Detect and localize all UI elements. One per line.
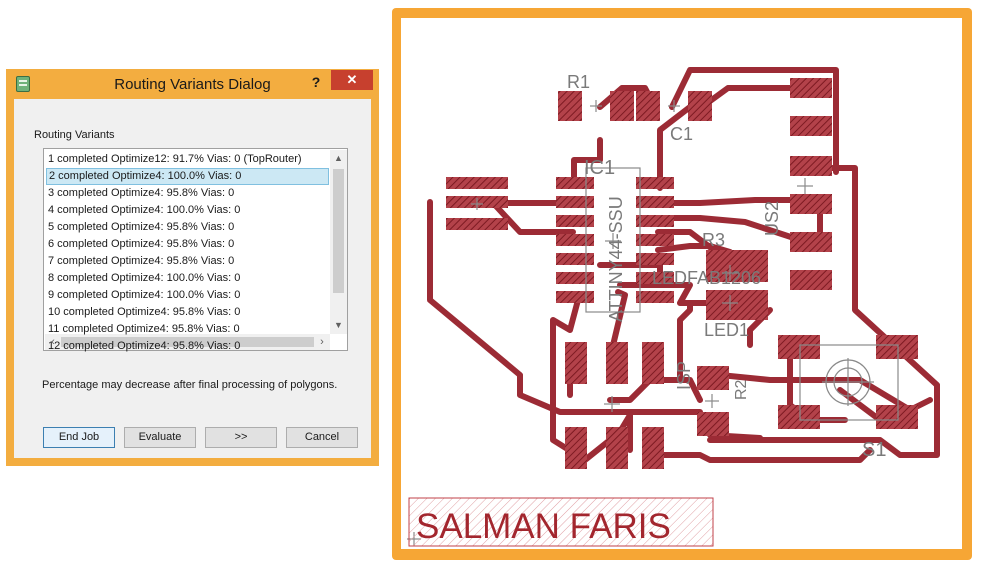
label-ic1-value: ATTINY44-SSU bbox=[606, 196, 626, 322]
label-r3: R3 bbox=[702, 230, 725, 250]
label-isp: ISP bbox=[674, 361, 694, 390]
label-s1: S1 bbox=[862, 439, 886, 461]
label-c1: C1 bbox=[670, 124, 693, 144]
pcb-layout: R1 C1 IC1 ATTINY44-SSU US2 R3 LEDFAB1206… bbox=[407, 67, 940, 547]
label-us2: US2 bbox=[762, 201, 782, 236]
label-ic1: IC1 bbox=[584, 157, 615, 179]
label-ledfab: LEDFAB1206 bbox=[652, 268, 761, 288]
label-r2: R2 bbox=[733, 379, 750, 400]
label-led1: LED1 bbox=[704, 320, 749, 340]
nameplate-text: SALMAN FARIS bbox=[416, 507, 671, 546]
label-r1: R1 bbox=[567, 72, 590, 92]
